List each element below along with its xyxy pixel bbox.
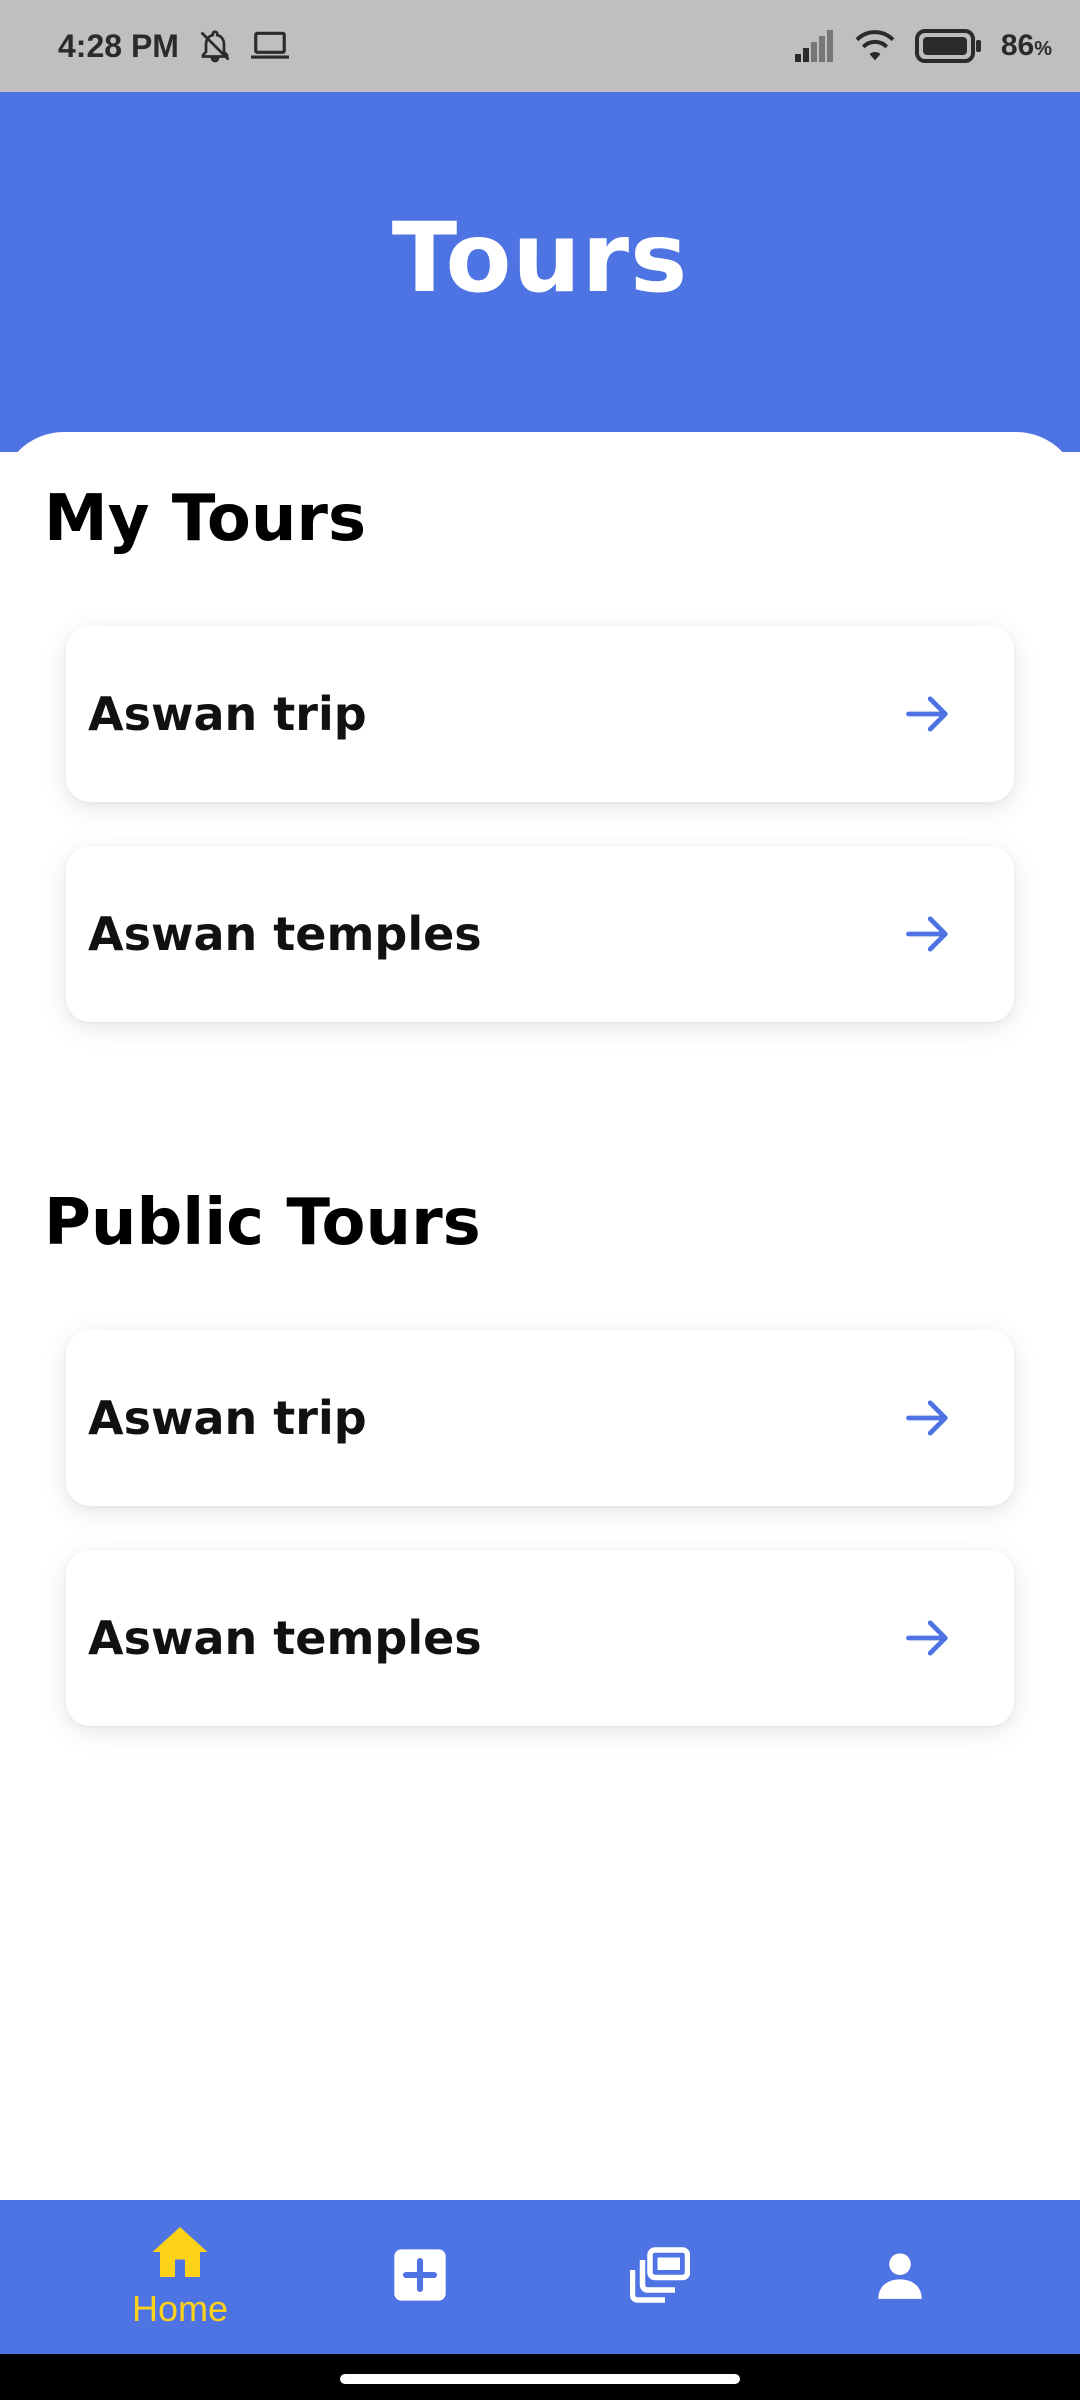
notifications-off-icon bbox=[197, 28, 233, 64]
status-right: 86% bbox=[794, 28, 1052, 64]
public-tour-card[interactable]: Aswan temples bbox=[66, 1550, 1014, 1726]
bottom-navigation: Home bbox=[0, 2200, 1080, 2354]
my-tour-card[interactable]: Aswan temples bbox=[66, 846, 1014, 1022]
nav-home-label: Home bbox=[131, 2288, 229, 2329]
my-tours-title: My Tours bbox=[44, 482, 367, 556]
battery-percent: 86% bbox=[1000, 29, 1052, 62]
nav-home[interactable]: Home bbox=[60, 2200, 300, 2354]
tour-name: Aswan trip bbox=[88, 687, 367, 741]
arrow-forward-icon[interactable] bbox=[902, 908, 954, 960]
add-box-icon bbox=[392, 2247, 448, 2307]
my-tour-card[interactable]: Aswan trip bbox=[66, 626, 1014, 802]
tour-name: Aswan trip bbox=[88, 1391, 367, 1445]
wifi-icon bbox=[853, 28, 897, 64]
public-tour-card[interactable]: Aswan trip bbox=[66, 1330, 1014, 1506]
gesture-area bbox=[0, 2354, 1080, 2400]
tour-name: Aswan temples bbox=[88, 907, 482, 961]
status-bar: 4:28 PM 86% bbox=[0, 0, 1080, 92]
arrow-forward-icon[interactable] bbox=[902, 688, 954, 740]
tour-name: Aswan temples bbox=[88, 1611, 482, 1665]
status-left: 4:28 PM bbox=[58, 28, 289, 65]
signal-icon bbox=[794, 30, 835, 62]
nav-collections[interactable] bbox=[540, 2200, 780, 2354]
content-sheet: My Tours Aswan trip Aswan temples Public… bbox=[0, 432, 1080, 2200]
arrow-forward-icon[interactable] bbox=[902, 1392, 954, 1444]
page-title: Tours bbox=[391, 202, 689, 314]
nav-profile[interactable] bbox=[780, 2200, 1020, 2354]
home-icon bbox=[150, 2224, 210, 2284]
nav-add-tour[interactable] bbox=[300, 2200, 540, 2354]
app-header: Tours bbox=[0, 92, 1080, 452]
arrow-forward-icon[interactable] bbox=[902, 1612, 954, 1664]
battery-icon bbox=[914, 29, 983, 63]
laptop-icon bbox=[250, 29, 289, 63]
public-tours-title: Public Tours bbox=[44, 1186, 481, 1260]
status-time: 4:28 PM bbox=[58, 27, 179, 64]
gesture-handle[interactable] bbox=[340, 2374, 740, 2384]
person-icon bbox=[874, 2249, 926, 2305]
collections-icon bbox=[629, 2247, 691, 2307]
